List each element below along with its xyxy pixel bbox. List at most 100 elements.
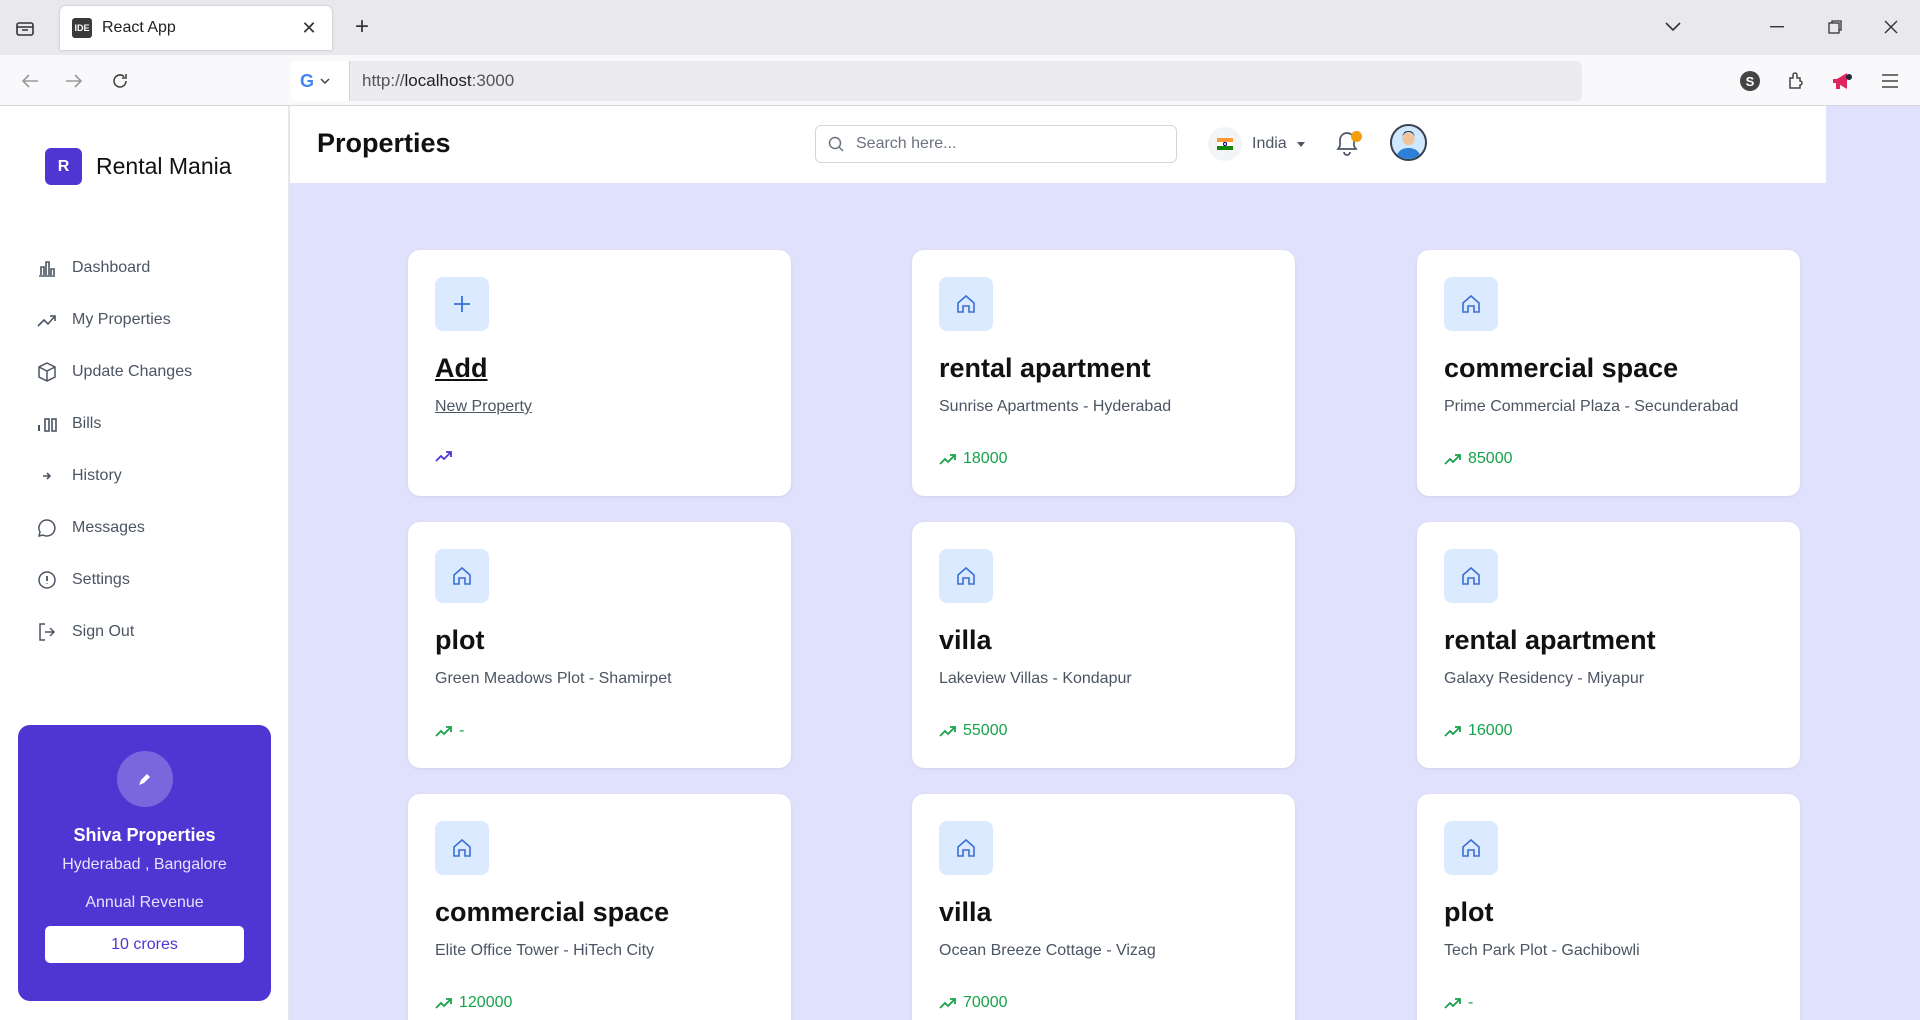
browser-tab-bar: IDE React App ✕ + <box>0 0 1920 55</box>
arrow-left-icon <box>21 74 38 88</box>
trending-up-icon <box>435 998 452 1009</box>
menu-icon[interactable] <box>1874 65 1906 97</box>
property-card[interactable]: rental apartment Galaxy Residency - Miya… <box>1417 522 1800 768</box>
bills-icon <box>36 413 58 435</box>
card-subtitle[interactable]: New Property <box>435 398 532 416</box>
chevron-down-icon <box>320 78 330 84</box>
box-icon <box>36 361 58 383</box>
extensions-icon[interactable] <box>1780 65 1812 97</box>
trending-up-icon <box>435 726 452 737</box>
sidebar-item-label: Dashboard <box>72 259 151 276</box>
card-stat: 55000 <box>939 722 1008 740</box>
add-property-card[interactable]: Add New Property <box>408 250 791 496</box>
arrow-right-icon <box>66 74 83 88</box>
trending-up-icon <box>435 451 452 462</box>
close-tab-icon[interactable]: ✕ <box>298 18 320 39</box>
card-title[interactable]: Add <box>435 353 487 384</box>
sidebar-item-bills[interactable]: Bills <box>36 398 192 450</box>
sidebar-item-update-changes[interactable]: Update Changes <box>36 346 192 398</box>
sidebar-item-label: Bills <box>72 415 102 432</box>
sidebar-item-settings[interactable]: Settings <box>36 554 192 606</box>
card-subtitle: Lakeview Villas - Kondapur <box>939 670 1132 687</box>
sidebar-item-messages[interactable]: Messages <box>36 502 192 554</box>
forward-button[interactable] <box>58 65 90 97</box>
sign-out-icon <box>36 621 58 643</box>
brand-logo: R <box>45 148 82 185</box>
plus-icon <box>435 277 489 331</box>
trending-up-icon <box>939 726 956 737</box>
property-card[interactable]: plot Tech Park Plot - Gachibowli - <box>1417 794 1800 1020</box>
back-button[interactable] <box>14 65 46 97</box>
property-card[interactable]: villa Lakeview Villas - Kondapur 55000 <box>912 522 1295 768</box>
sidebar-item-dashboard[interactable]: Dashboard <box>36 242 192 294</box>
trending-up-icon <box>1444 454 1461 465</box>
card-subtitle: Elite Office Tower - HiTech City <box>435 942 655 959</box>
top-header: Properties India <box>290 106 1826 183</box>
trending-up-icon <box>1444 726 1461 737</box>
property-card[interactable]: plot Green Meadows Plot - Shamirpet - <box>408 522 791 768</box>
card-stat: 70000 <box>939 994 1008 1012</box>
property-card[interactable]: rental apartment Sunrise Apartments - Hy… <box>912 250 1295 496</box>
restore-button[interactable] <box>1818 12 1852 42</box>
card-title: villa <box>939 625 992 655</box>
home-icon <box>939 549 993 603</box>
card-stat: 85000 <box>1444 450 1513 468</box>
minimize-button[interactable] <box>1760 12 1794 42</box>
card-title: villa <box>939 897 992 927</box>
new-tab-button[interactable]: + <box>348 14 376 42</box>
brand[interactable]: R Rental Mania <box>45 148 232 185</box>
property-card[interactable]: commercial space Elite Office Tower - Hi… <box>408 794 791 1020</box>
reload-button[interactable] <box>104 65 136 97</box>
sidebar-item-my-properties[interactable]: My Properties <box>36 294 192 346</box>
sidebar-item-label: My Properties <box>72 311 171 328</box>
card-title: rental apartment <box>1444 625 1656 655</box>
card-stat: - <box>435 722 464 740</box>
trending-up-icon <box>36 309 58 331</box>
home-icon <box>939 821 993 875</box>
card-stat: 18000 <box>939 450 1008 468</box>
sidebar-item-label: Update Changes <box>72 363 193 380</box>
message-icon <box>36 517 58 539</box>
close-window-button[interactable] <box>1874 12 1908 42</box>
search-box[interactable] <box>815 125 1177 163</box>
sidebar-menu: Dashboard My Properties Update Changes B… <box>36 242 192 658</box>
search-input[interactable] <box>856 135 1156 153</box>
revenue-button[interactable]: 10 crores <box>45 926 244 963</box>
browser-nav-bar: G http://localhost:3000 S <box>0 55 1920 106</box>
sidebar-item-sign-out[interactable]: Sign Out <box>36 606 192 658</box>
promo-label: Annual Revenue <box>85 894 204 911</box>
sidebar: R Rental Mania Dashboard My Properties U… <box>0 106 289 1020</box>
search-engine-selector[interactable]: G <box>290 61 350 101</box>
property-card[interactable]: commercial space Prime Commercial Plaza … <box>1417 250 1800 496</box>
avatar[interactable] <box>1390 124 1427 161</box>
pencil-icon <box>138 774 150 785</box>
caret-down-icon <box>1296 141 1305 147</box>
country-selector[interactable]: India <box>1208 126 1305 162</box>
folder-tabs-icon <box>16 22 34 36</box>
megaphone-icon[interactable] <box>1826 65 1858 97</box>
address-bar[interactable]: G http://localhost:3000 <box>290 61 1582 101</box>
sidebar-item-history[interactable]: History <box>36 450 192 502</box>
card-subtitle: Ocean Breeze Cottage - Vizag <box>939 942 1156 959</box>
card-subtitle: Sunrise Apartments - Hyderabad <box>939 398 1172 415</box>
trending-up-icon <box>1444 998 1461 1009</box>
tab-list-button[interactable] <box>10 15 40 41</box>
account-icon[interactable]: S <box>1734 65 1766 97</box>
notifications-button[interactable] <box>1334 130 1364 160</box>
bar-chart-icon <box>36 257 58 279</box>
card-title: commercial space <box>435 897 670 927</box>
card-subtitle: Tech Park Plot - Gachibowli <box>1444 942 1640 959</box>
property-card[interactable]: villa Ocean Breeze Cottage - Vizag 70000 <box>912 794 1295 1020</box>
promo-card: Shiva Properties Hyderabad , Bangalore A… <box>18 725 271 1001</box>
tab-overflow-chevron-icon[interactable] <box>1656 12 1690 42</box>
india-flag-icon <box>1208 127 1242 161</box>
card-subtitle: Green Meadows Plot - Shamirpet <box>435 670 672 687</box>
app-root: R Rental Mania Dashboard My Properties U… <box>0 106 1920 1020</box>
svg-text:S: S <box>1746 74 1755 89</box>
promo-name: Shiva Properties <box>73 825 216 845</box>
sidebar-item-label: History <box>72 467 122 484</box>
trending-up-icon <box>939 454 956 465</box>
promo-locations: Hyderabad , Bangalore <box>62 856 227 873</box>
reload-icon <box>113 74 127 88</box>
browser-tab[interactable]: IDE React App ✕ <box>60 6 332 50</box>
